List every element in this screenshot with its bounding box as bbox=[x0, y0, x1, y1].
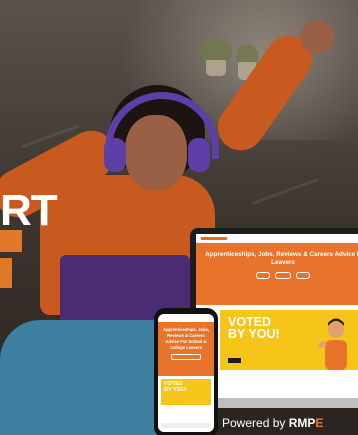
phone-status-bar bbox=[158, 314, 214, 322]
phone-headline: Apprenticeships, Jobs, Reviews & Careers… bbox=[162, 327, 210, 350]
site-headline-1: Apprenticeships, Jobs, Reviews & Careers… bbox=[205, 251, 358, 258]
voted-heading: VOTED BY YOU! bbox=[228, 316, 280, 341]
cartoon-person-icon bbox=[318, 318, 347, 370]
phone-voted-heading: VOTED BY YOU! bbox=[164, 381, 187, 393]
laptop-screen: Apprenticeships, Jobs, Reviews & Careers… bbox=[196, 234, 358, 400]
hero-button bbox=[255, 272, 270, 279]
headphone-cup-left bbox=[104, 138, 126, 172]
hero-text-fragment: RT bbox=[0, 186, 58, 235]
powered-brand: RMP bbox=[288, 416, 316, 430]
hero-button bbox=[274, 272, 292, 279]
hero-image: RT Apprenticeships, Jobs, Reviews & Care… bbox=[0, 0, 358, 435]
powered-brand-tail: E bbox=[315, 416, 324, 430]
headphone-cup-right bbox=[188, 138, 210, 172]
phone-mockup: Apprenticeships, Jobs, Reviews & Careers… bbox=[154, 308, 218, 435]
site-headline-2: Leavers bbox=[271, 259, 295, 266]
powered-by-caption: Powered by RMPE bbox=[222, 416, 323, 430]
phone-hero-button bbox=[171, 354, 201, 360]
phone-screen: Apprenticeships, Jobs, Reviews & Careers… bbox=[158, 314, 214, 432]
site-logo bbox=[201, 236, 227, 240]
pot-left bbox=[206, 60, 226, 76]
hero-buttons bbox=[196, 272, 358, 279]
hero-button bbox=[296, 272, 311, 279]
phone-voted-line-2: BY YOU! bbox=[164, 387, 187, 393]
phone-voted-banner: VOTED BY YOU! bbox=[161, 379, 211, 405]
site-nav bbox=[196, 234, 358, 243]
voted-line-2: BY YOU! bbox=[228, 327, 280, 341]
fist bbox=[300, 20, 334, 54]
orange-accent bbox=[0, 258, 12, 288]
powered-prefix: Powered by bbox=[222, 416, 289, 430]
voted-banner: VOTED BY YOU! bbox=[220, 310, 358, 370]
voted-cta bbox=[228, 358, 242, 363]
site-hero: Apprenticeships, Jobs, Reviews & Careers… bbox=[196, 243, 358, 305]
phone-url-bar bbox=[161, 423, 211, 428]
phone-hero: Apprenticeships, Jobs, Reviews & Careers… bbox=[158, 322, 214, 376]
